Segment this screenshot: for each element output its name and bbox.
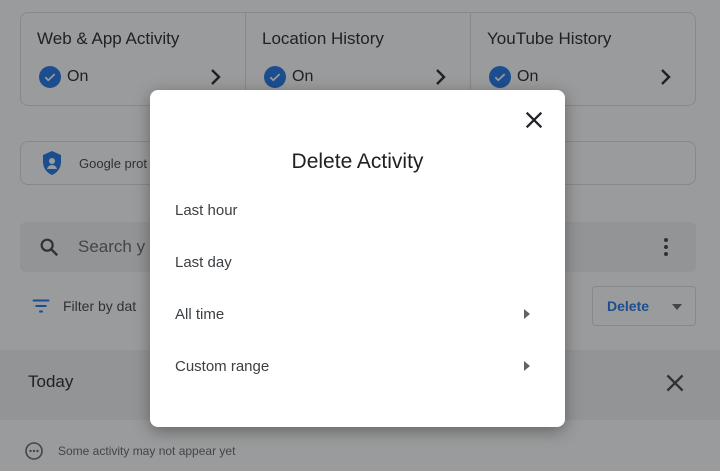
option-label: Custom range: [175, 357, 270, 375]
option-label: Last day: [175, 253, 232, 271]
dialog-close-button[interactable]: [523, 109, 545, 131]
delete-activity-dialog: Delete Activity Last hour Last day All t…: [150, 90, 565, 427]
dialog-title: Delete Activity: [291, 150, 424, 173]
option-last-hour[interactable]: Last hour: [150, 188, 565, 232]
arrow-right-icon: [524, 361, 530, 371]
my-activity-page: Web & App Activity On Location History O…: [0, 0, 720, 471]
option-label: Last hour: [175, 201, 238, 219]
close-icon: [525, 111, 543, 129]
option-custom-range[interactable]: Custom range: [150, 344, 565, 388]
arrow-right-icon: [524, 309, 530, 319]
option-last-day[interactable]: Last day: [150, 240, 565, 284]
option-all-time[interactable]: All time: [150, 292, 565, 336]
option-label: All time: [175, 305, 225, 323]
